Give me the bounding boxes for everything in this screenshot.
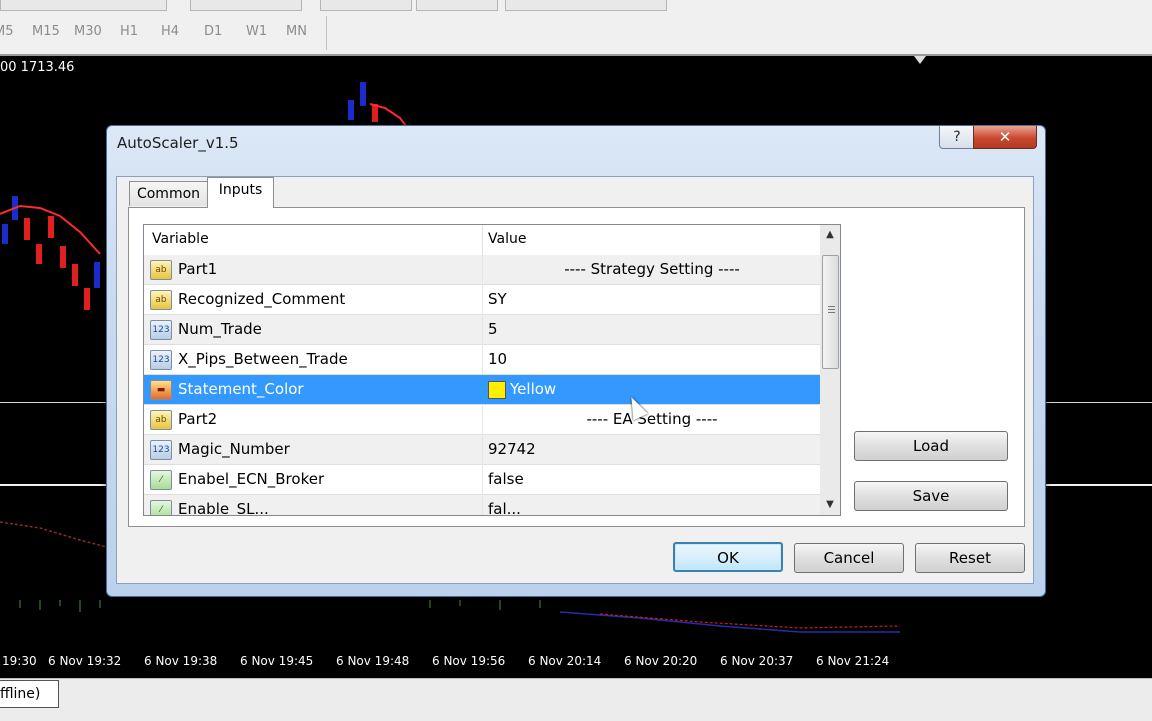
row-variable: Recognized_Comment (178, 290, 346, 308)
row-value[interactable]: SY (488, 290, 507, 308)
toolbar-button[interactable] (416, 0, 498, 11)
cell-divider (482, 315, 483, 345)
cell-divider (482, 255, 483, 285)
row-value[interactable]: 10 (488, 350, 507, 368)
toolbar-button[interactable] (0, 0, 167, 11)
scroll-thumb[interactable] (822, 255, 839, 369)
time-tick-label: 6 Nov 19:38 (144, 654, 218, 668)
toolbar-separator (326, 16, 327, 50)
string-icon: ab (150, 260, 172, 280)
timeframe-m5[interactable]: M5 (0, 24, 14, 39)
cell-divider (482, 465, 483, 495)
integer-icon: 123 (150, 350, 172, 370)
time-tick-label: 6 Nov 20:14 (528, 654, 602, 668)
table-row[interactable]: ⁄ Enabel_ECN_Broker false (144, 465, 820, 495)
table-row[interactable]: 123 Num_Trade 5 (144, 315, 820, 345)
row-value[interactable]: ---- Strategy Setting ---- (484, 260, 820, 278)
color-swatch (488, 381, 506, 399)
close-button[interactable]: ✕ (973, 126, 1037, 149)
tab-common[interactable]: Common (129, 181, 208, 206)
save-button[interactable]: Save (854, 481, 1008, 511)
timeframe-d1[interactable]: D1 (204, 24, 222, 39)
toolbar-button[interactable] (505, 0, 667, 11)
row-variable: X_Pips_Between_Trade (178, 350, 348, 368)
row-variable: Part1 (178, 260, 218, 278)
cell-divider (482, 405, 483, 435)
cancel-button[interactable]: Cancel (794, 543, 904, 573)
time-tick-label: 6 Nov 19:32 (48, 654, 122, 668)
string-icon: ab (150, 290, 172, 310)
row-variable: Num_Trade (178, 320, 262, 338)
scroll-down-arrow-icon[interactable]: ▼ (820, 495, 840, 515)
row-variable: Enable_SL... (178, 500, 269, 516)
table-row[interactable]: ab Part1 ---- Strategy Setting ---- (144, 255, 820, 285)
time-tick-label: 6 Nov 21:24 (816, 654, 890, 668)
time-tick-label: 6 Nov 19:48 (336, 654, 410, 668)
chart-tab-bar: ffline) (0, 678, 1152, 721)
reset-button[interactable]: Reset (915, 543, 1025, 573)
column-header-value[interactable]: Value (488, 231, 526, 247)
time-tick-label: 6 Nov 19:45 (240, 654, 314, 668)
scroll-up-arrow-icon[interactable]: ▲ (820, 225, 840, 245)
time-tick-label: 6 Nov 20:37 (720, 654, 794, 668)
timeframe-m30[interactable]: M30 (74, 24, 102, 39)
boolean-icon: ⁄ (150, 500, 172, 515)
load-button[interactable]: Load (854, 431, 1008, 461)
cell-divider (482, 435, 483, 465)
table-row[interactable]: 123 X_Pips_Between_Trade 10 (144, 345, 820, 375)
row-value[interactable]: Yellow (510, 380, 556, 398)
row-value[interactable]: ---- EA Setting ---- (484, 410, 820, 428)
time-tick-label: 6 Nov 19:56 (432, 654, 506, 668)
row-value[interactable]: 5 (488, 320, 498, 338)
ok-button[interactable]: OK (673, 542, 783, 572)
column-header-variable[interactable]: Variable (152, 231, 209, 247)
inputs-grid[interactable]: Variable Value ab Part1 ---- Strategy Se… (143, 224, 841, 516)
boolean-icon: ⁄ (150, 470, 172, 490)
timeframe-h4[interactable]: H4 (161, 24, 179, 39)
integer-icon: 123 (150, 320, 172, 340)
dialog-client-area: Common Inputs Variable Value ab Part1 --… (116, 176, 1034, 584)
help-button[interactable]: ? (939, 126, 975, 149)
table-row-selected[interactable]: ▬ Statement_Color Yellow (144, 375, 820, 405)
time-axis: 19:30 6 Nov 19:32 6 Nov 19:38 6 Nov 19:4… (0, 650, 1152, 678)
timeframe-m15[interactable]: M15 (32, 24, 60, 39)
integer-icon: 123 (150, 440, 172, 460)
inputs-panel: Variable Value ab Part1 ---- Strategy Se… (128, 207, 1025, 527)
row-variable: Magic_Number (178, 440, 290, 458)
table-row[interactable]: ab Part2 ---- EA Setting ---- (144, 405, 820, 435)
cell-divider (482, 495, 483, 515)
row-value[interactable]: false (488, 470, 524, 488)
table-row[interactable]: ⁄ Enable_SL... fal... (144, 495, 820, 516)
toolbar-button[interactable] (190, 0, 302, 11)
tab-inputs[interactable]: Inputs (207, 177, 274, 208)
row-variable: Statement_Color (178, 380, 304, 398)
grip-icon (828, 306, 835, 307)
timeframe-toolbar: M5 M15 M30 H1 H4 D1 W1 MN (0, 12, 1152, 56)
table-row[interactable]: 123 Magic_Number 92742 (144, 435, 820, 465)
autoscaler-dialog: AutoScaler_v1.5 ? ✕ Common Inputs Variab… (106, 125, 1046, 597)
toolbar-button[interactable] (320, 0, 412, 11)
grid-header: Variable Value (144, 225, 820, 255)
time-tick-label: 19:30 (2, 654, 37, 668)
chart-tab[interactable]: ffline) (0, 680, 59, 708)
color-icon: ▬ (150, 380, 172, 400)
timeframe-w1[interactable]: W1 (246, 24, 267, 39)
row-variable: Part2 (178, 410, 218, 428)
cell-divider (482, 285, 483, 315)
string-icon: ab (150, 410, 172, 430)
column-divider[interactable] (482, 225, 483, 255)
time-tick-label: 6 Nov 20:20 (624, 654, 698, 668)
dialog-title: AutoScaler_v1.5 (117, 134, 239, 152)
vertical-scrollbar[interactable]: ▲ ▼ (820, 225, 840, 515)
row-variable: Enabel_ECN_Broker (178, 470, 325, 488)
table-row[interactable]: ab Recognized_Comment SY (144, 285, 820, 315)
row-value[interactable]: fal... (488, 500, 521, 515)
timeframe-h1[interactable]: H1 (120, 24, 138, 39)
row-value[interactable]: 92742 (488, 440, 536, 458)
cell-divider (482, 345, 483, 375)
timeframe-mn[interactable]: MN (286, 24, 307, 39)
